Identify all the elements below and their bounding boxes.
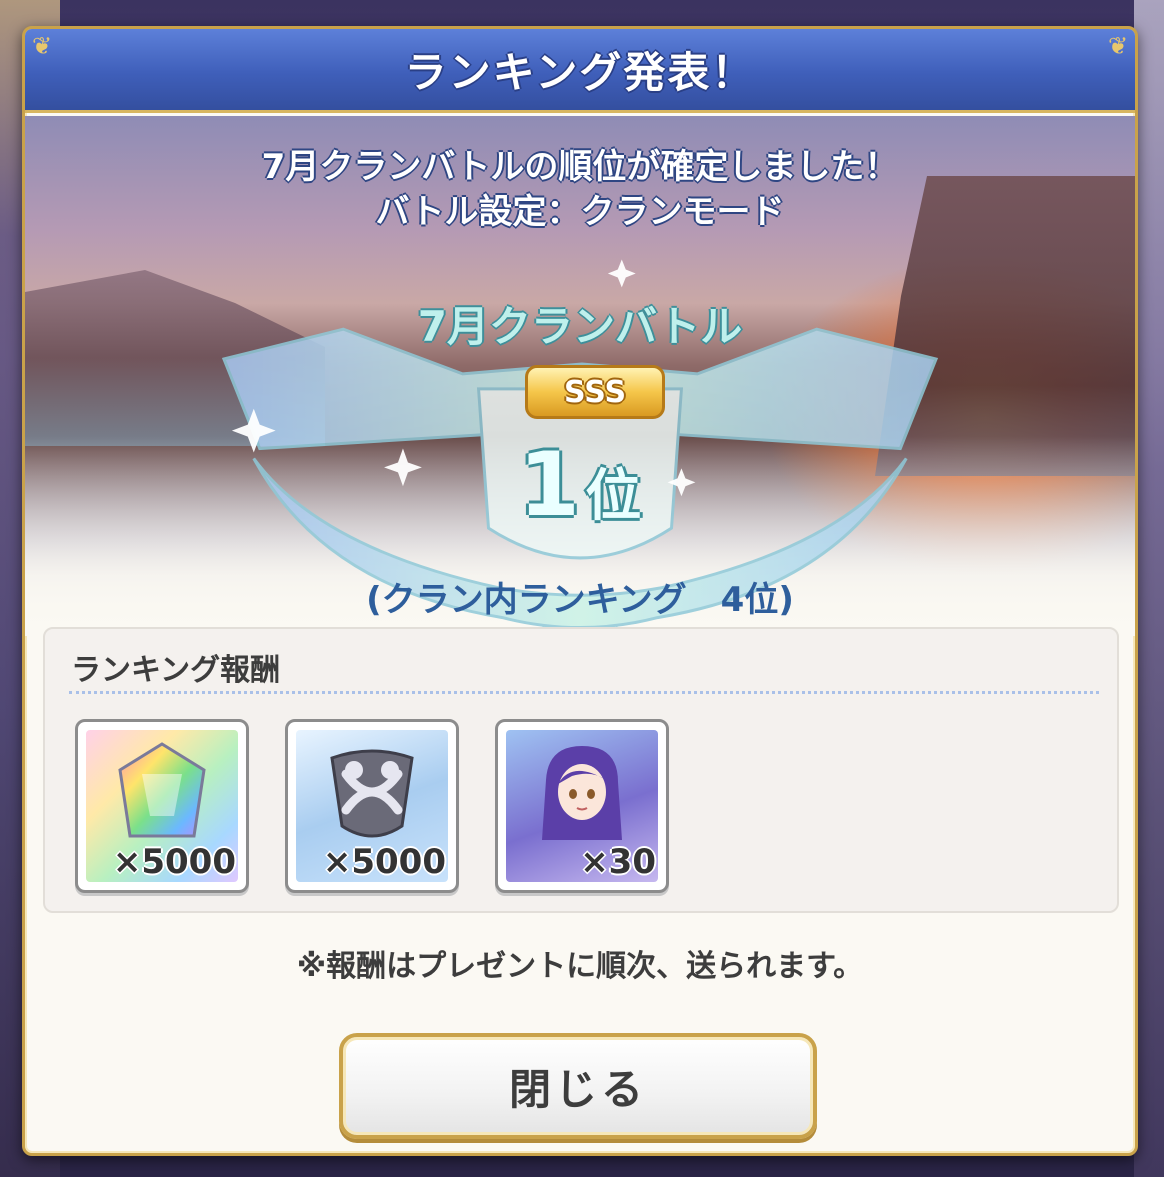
reward-item-memory-piece[interactable]: ×30 <box>495 719 669 893</box>
rainbow-crystal-icon <box>118 742 206 838</box>
item-quantity: ×5000 <box>322 842 446 882</box>
clan-coin-icon <box>330 749 414 838</box>
reward-item-clan-coin[interactable]: ×5000 <box>285 719 459 893</box>
character-memory-piece-icon <box>542 746 622 840</box>
clan-battle-name: 7月クランバトル <box>417 302 743 351</box>
rank-number: 1 <box>518 433 580 536</box>
close-button[interactable]: 閉じる <box>339 1033 817 1139</box>
final-rank: 1 位 <box>25 433 1135 536</box>
background-right-decoration <box>1134 0 1164 1177</box>
in-clan-ranking: (クラン内ランキング 4位) <box>366 580 794 620</box>
ranking-result-dialog: ❦ ランキング発表！ ❦ 7月クランバトルの順位が確定しました！ バトル設定：ク… <box>22 26 1138 1156</box>
reward-item-rainbow-crystal[interactable]: ×5000 <box>75 719 249 893</box>
item-quantity: ×30 <box>580 842 656 882</box>
item-quantity: ×5000 <box>112 842 236 882</box>
reward-heading: ランキング報酬 <box>71 653 281 688</box>
rank-unit: 位 <box>585 464 642 529</box>
reward-panel: ランキング報酬 ×5000 ×5000 ×30 <box>43 627 1119 913</box>
rank-grade-badge: SSS <box>525 365 665 419</box>
divider <box>69 691 1099 694</box>
reward-notice: ※報酬はプレゼントに順次、送られます。 <box>296 949 864 984</box>
